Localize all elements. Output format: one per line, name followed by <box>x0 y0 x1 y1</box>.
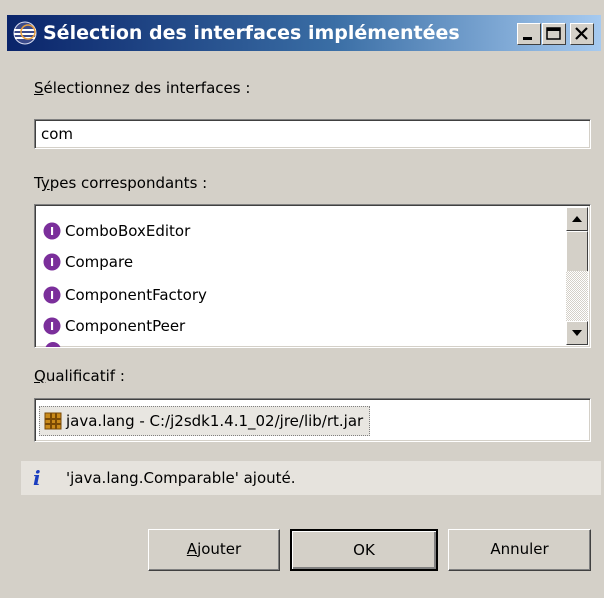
package-icon <box>44 411 62 429</box>
dialog-window: Sélection des interfaces implémentées Sé… <box>0 0 604 598</box>
scroll-track[interactable] <box>566 271 588 323</box>
search-label: Sélectionnez des interfaces : <box>34 79 251 97</box>
maximize-button[interactable] <box>542 23 566 45</box>
qualifier-label: Qualificatif : <box>34 367 125 385</box>
eclipse-icon <box>11 20 39 46</box>
status-text: 'java.lang.Comparable' ajouté. <box>66 469 296 487</box>
types-label: Types correspondants : <box>34 174 208 192</box>
qualifier-list[interactable]: java.lang - C:/j2sdk1.4.1_02/jre/lib/rt.… <box>34 398 591 442</box>
interface-icon: I <box>43 316 61 334</box>
close-button[interactable] <box>570 23 594 45</box>
scroll-thumb[interactable] <box>566 231 588 273</box>
interface-icon: I <box>43 221 61 239</box>
svg-text:I: I <box>50 225 54 238</box>
interface-icon: I <box>43 252 61 270</box>
qualifier-item[interactable]: java.lang - C:/j2sdk1.4.1_02/jre/lib/rt.… <box>39 406 371 436</box>
search-input[interactable]: com <box>34 119 591 149</box>
svg-text:I: I <box>50 256 54 269</box>
interface-icon: I <box>43 285 61 303</box>
svg-text:I: I <box>50 289 54 302</box>
list-item[interactable]: I ComponentPeer <box>43 312 185 340</box>
list-item[interactable]: I ComboBoxEditor <box>43 217 190 245</box>
cancel-button[interactable]: Annuler <box>448 529 591 571</box>
list-item[interactable]: I ComponentFactory <box>43 281 207 309</box>
list-item[interactable]: I Compare <box>43 248 133 276</box>
title-bar[interactable]: Sélection des interfaces implémentées <box>7 15 601 51</box>
ok-button[interactable]: OK <box>290 529 438 571</box>
status-message: i 'java.lang.Comparable' ajouté. <box>21 461 601 495</box>
info-icon: i <box>33 466 41 490</box>
interface-icon <box>45 342 61 347</box>
scroll-down-button[interactable] <box>566 321 588 345</box>
list-scrollbar[interactable] <box>566 207 588 345</box>
window-title: Sélection des interfaces implémentées <box>43 22 460 44</box>
matching-types-list[interactable]: I ComboBoxEditor I Compare I ComponentFa… <box>34 204 591 348</box>
scroll-up-button[interactable] <box>566 207 588 231</box>
svg-text:I: I <box>50 320 54 333</box>
minimize-button[interactable] <box>517 23 541 45</box>
add-button[interactable]: Ajouter <box>148 529 280 571</box>
